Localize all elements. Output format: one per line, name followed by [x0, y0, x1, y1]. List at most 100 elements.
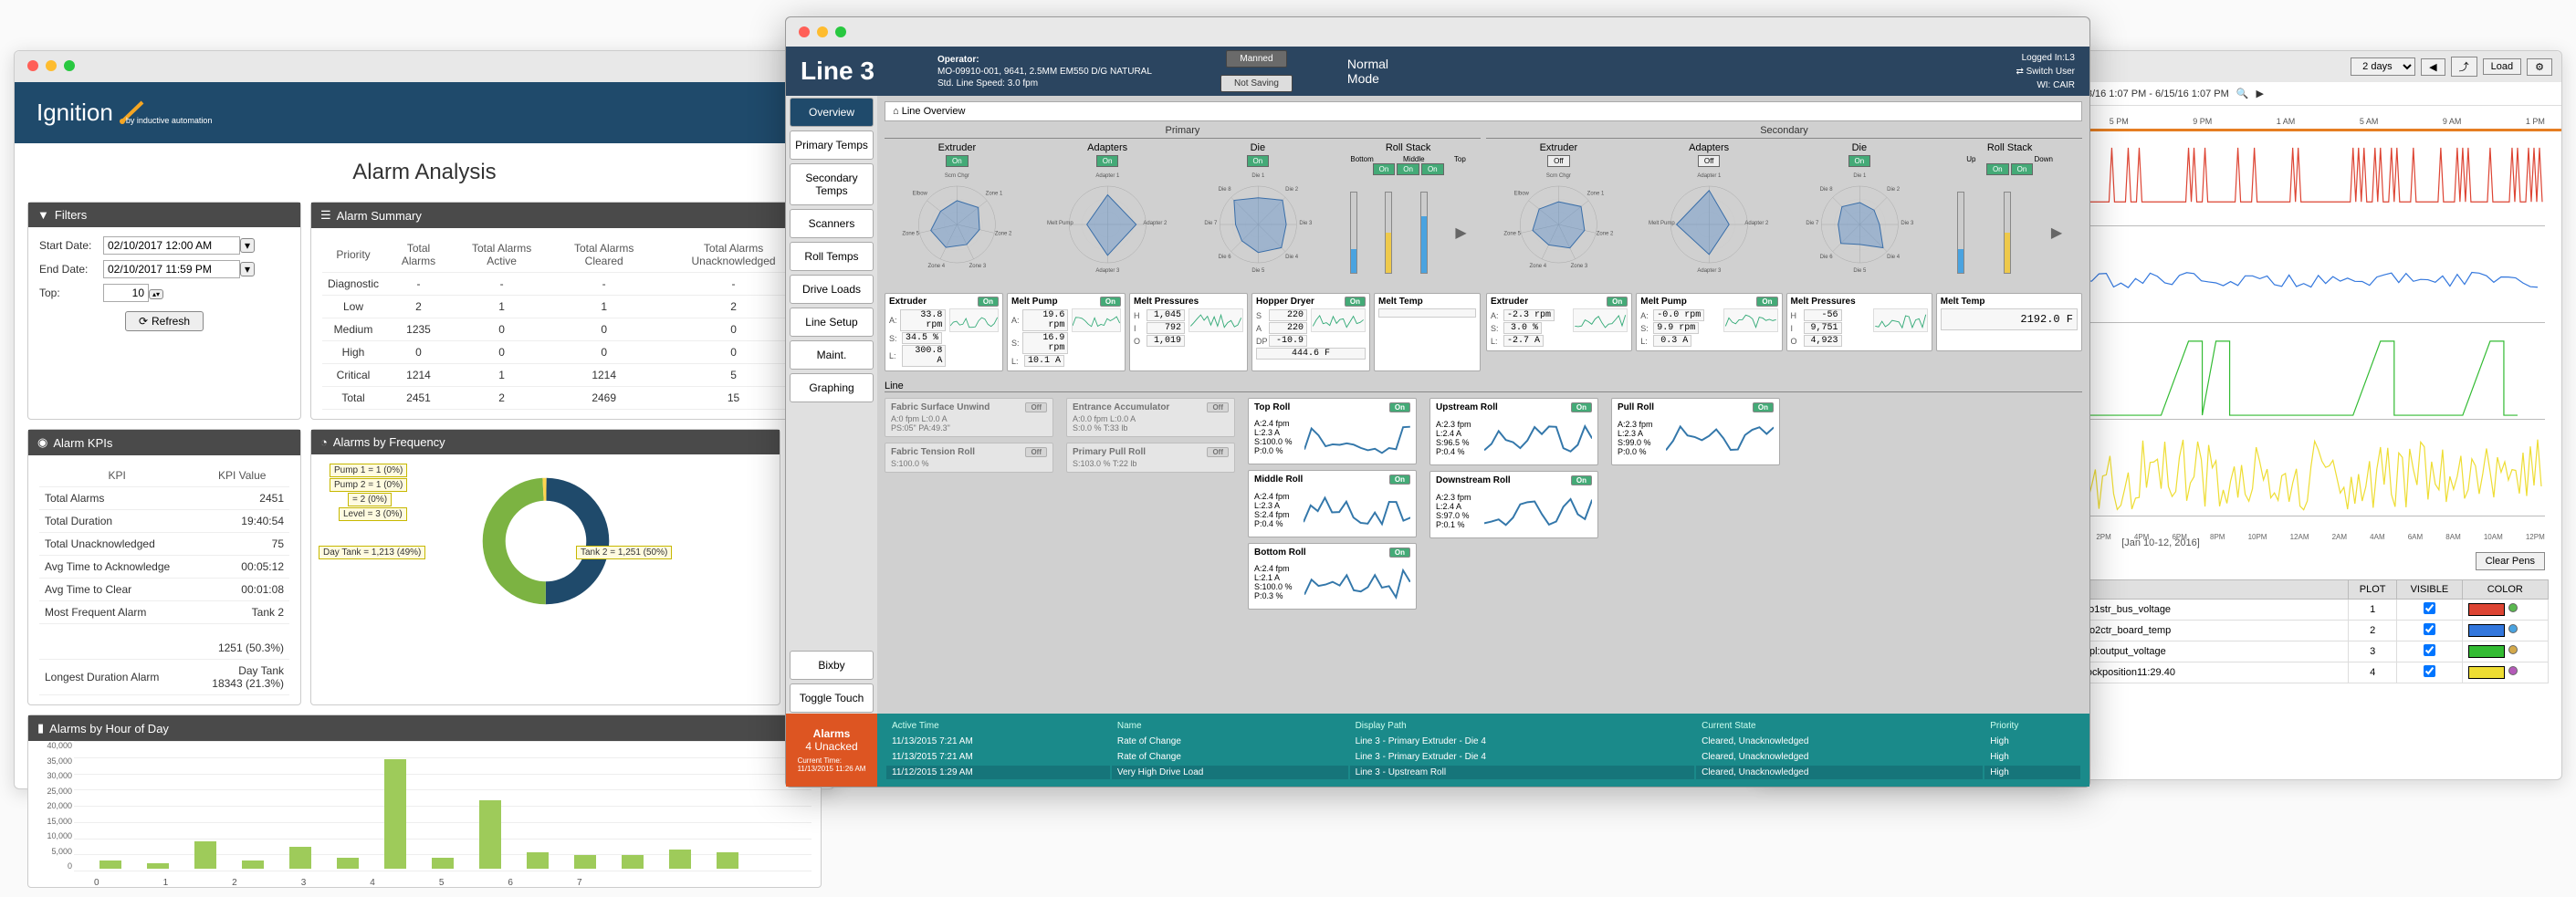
clear-pens-button[interactable]: Clear Pens — [2476, 552, 2545, 570]
meter-melt-pressures: Melt PressuresH1,045I792O1,019 — [1129, 293, 1248, 371]
refresh-button[interactable]: ⟳Refresh — [125, 311, 204, 331]
nav-drive-loads[interactable]: Drive Loads — [790, 275, 874, 304]
svg-text:Adapter 1: Adapter 1 — [1697, 173, 1722, 179]
manned-pill[interactable]: Manned — [1226, 50, 1286, 68]
color-picker-icon[interactable] — [2508, 603, 2518, 612]
slider[interactable] — [2004, 192, 2011, 274]
kpi-table: KPIKPI ValueTotal Alarms2451Total Durati… — [39, 464, 289, 695]
on-toggle[interactable]: Off — [1025, 447, 1047, 457]
bar — [574, 855, 596, 869]
on-toggle[interactable]: On — [978, 297, 999, 307]
minimize-icon[interactable] — [817, 26, 828, 37]
visible-checkbox[interactable] — [2424, 665, 2435, 677]
nav-bixby[interactable]: Bixby — [790, 651, 874, 680]
bar — [99, 860, 121, 869]
svg-text:Elbow: Elbow — [1514, 192, 1530, 197]
visible-checkbox[interactable] — [2424, 644, 2435, 656]
on-toggle[interactable]: On — [1389, 475, 1410, 485]
nav-primary-temps[interactable]: Primary Temps — [790, 130, 874, 160]
slider[interactable] — [1350, 192, 1357, 274]
on-toggle[interactable]: On — [1571, 475, 1592, 485]
nav-overview[interactable]: Overview — [790, 98, 874, 127]
on-toggle[interactable]: On — [1607, 297, 1628, 307]
on-toggle[interactable]: On — [1389, 548, 1410, 558]
operator-line: Std. Line Speed: 3.0 fpm — [937, 78, 1038, 89]
roll-bottom-roll: Bottom RollOnA:2.4 fpm L:2.1 AS:100.0 % … — [1248, 543, 1417, 610]
home-icon[interactable]: ⌂ — [893, 106, 899, 117]
on-toggle[interactable]: Off — [1207, 447, 1229, 457]
nav-roll-temps[interactable]: Roll Temps — [790, 242, 874, 271]
svg-text:Die 1: Die 1 — [1251, 173, 1265, 179]
svg-text:Die 8: Die 8 — [1819, 187, 1833, 193]
slider[interactable] — [1420, 192, 1428, 274]
roll-middle-roll: Middle RollOnA:2.4 fpm L:2.3 AS:2.4 fpm … — [1248, 470, 1417, 537]
stepper-icon[interactable]: ▴▾ — [149, 289, 163, 299]
nav-line-setup[interactable]: Line Setup — [790, 308, 874, 337]
frequency-card: ◔Alarms by Frequency Pump 1 = 1 (0%)Pump… — [310, 429, 780, 705]
on-toggle[interactable]: On — [1100, 297, 1121, 307]
visible-checkbox[interactable] — [2424, 623, 2435, 635]
radar-roll-stack: Roll StackBottomMiddleTopOnOnOn▶ — [1335, 142, 1481, 287]
search-icon[interactable]: 🔍 — [2236, 88, 2249, 99]
on-toggle[interactable]: On — [1571, 402, 1592, 412]
play-icon[interactable]: ▶ — [1455, 224, 1466, 242]
color-picker-icon[interactable] — [2508, 666, 2518, 675]
meter-extruder: ExtruderOnA:33.8 rpmS:34.5 %L:300.8 A — [885, 293, 1003, 371]
svg-text:Scrn Chgr: Scrn Chgr — [945, 173, 969, 179]
alarm-table[interactable]: Active TimeNameDisplay PathCurrent State… — [885, 717, 2082, 781]
dropdown-icon[interactable]: ▾ — [240, 262, 255, 276]
on-toggle[interactable]: On — [1389, 402, 1410, 412]
roll-pull-roll: Pull RollOnA:2.3 fpm L:2.3 AS:99.0 % P:0… — [1611, 398, 1780, 465]
gauge-icon: ◉ — [37, 435, 47, 450]
close-icon[interactable] — [27, 60, 38, 71]
range-select[interactable]: 2 days — [2351, 57, 2415, 76]
color-picker-icon[interactable] — [2508, 645, 2518, 654]
color-picker-icon[interactable] — [2508, 624, 2518, 633]
maximize-icon[interactable] — [835, 26, 846, 37]
nav-scanners[interactable]: Scanners — [790, 209, 874, 238]
nav-secondary-temps[interactable]: Secondary Temps — [790, 163, 874, 205]
on-toggle[interactable]: Off — [1025, 402, 1047, 412]
visible-checkbox[interactable] — [2424, 602, 2435, 614]
switch-user-link[interactable]: ⇄ Switch User — [2016, 65, 2075, 78]
export-icon[interactable]: ⤴ — [2451, 57, 2477, 77]
on-toggle[interactable]: On — [1345, 297, 1366, 307]
bar — [669, 850, 691, 869]
slider[interactable] — [1957, 192, 1964, 274]
nav-maint-[interactable]: Maint. — [790, 340, 874, 370]
nav-graphing[interactable]: Graphing — [790, 373, 874, 402]
on-toggle[interactable]: On — [1753, 402, 1774, 412]
mode-label: Normal Mode — [1347, 57, 1388, 86]
maximize-icon[interactable] — [64, 60, 75, 71]
line-title: Line 3 — [801, 57, 937, 86]
nav-toggle-touch[interactable]: Toggle Touch — [790, 683, 874, 713]
svg-text:Die 4: Die 4 — [1285, 255, 1299, 260]
alarm-dock: Alarms 4 Unacked Current Time:11/13/2015… — [786, 714, 2089, 787]
dropdown-icon[interactable]: ▾ — [240, 238, 255, 253]
svg-text:Elbow: Elbow — [913, 192, 928, 197]
close-icon[interactable] — [799, 26, 810, 37]
brand-name: Ignition — [37, 99, 113, 127]
svg-text:Die 4: Die 4 — [1887, 255, 1901, 260]
saving-pill[interactable]: Not Saving — [1220, 75, 1293, 92]
on-toggle[interactable]: Off — [1207, 402, 1229, 412]
slider[interactable] — [1385, 192, 1392, 274]
svg-text:Adapter 1: Adapter 1 — [1095, 173, 1120, 179]
settings-icon[interactable]: ⚙ — [2527, 58, 2552, 76]
minimize-icon[interactable] — [46, 60, 57, 71]
chart-label: Tank 2 = 1,251 (50%) — [576, 546, 672, 559]
alarm-flag[interactable]: Alarms 4 Unacked Current Time:11/13/2015… — [786, 714, 877, 787]
svg-text:Die 2: Die 2 — [1887, 187, 1901, 193]
on-toggle[interactable]: On — [1756, 297, 1777, 307]
svg-text:Die 6: Die 6 — [1218, 255, 1231, 260]
prev-button[interactable]: ◀ — [2421, 58, 2445, 76]
main-panel: ⌂ Line Overview Primary ExtruderOnScrn C… — [877, 96, 2089, 714]
chart-label: Level = 3 (0%) — [339, 507, 407, 521]
start-date-input[interactable] — [103, 236, 240, 255]
end-date-input[interactable] — [103, 260, 240, 278]
play-icon[interactable]: ▶ — [2051, 224, 2062, 242]
top-input[interactable] — [103, 284, 149, 302]
load-button[interactable]: Load — [2483, 58, 2521, 75]
svg-text:Zone 4: Zone 4 — [927, 264, 945, 269]
operator-label: Operator: — [937, 55, 979, 65]
